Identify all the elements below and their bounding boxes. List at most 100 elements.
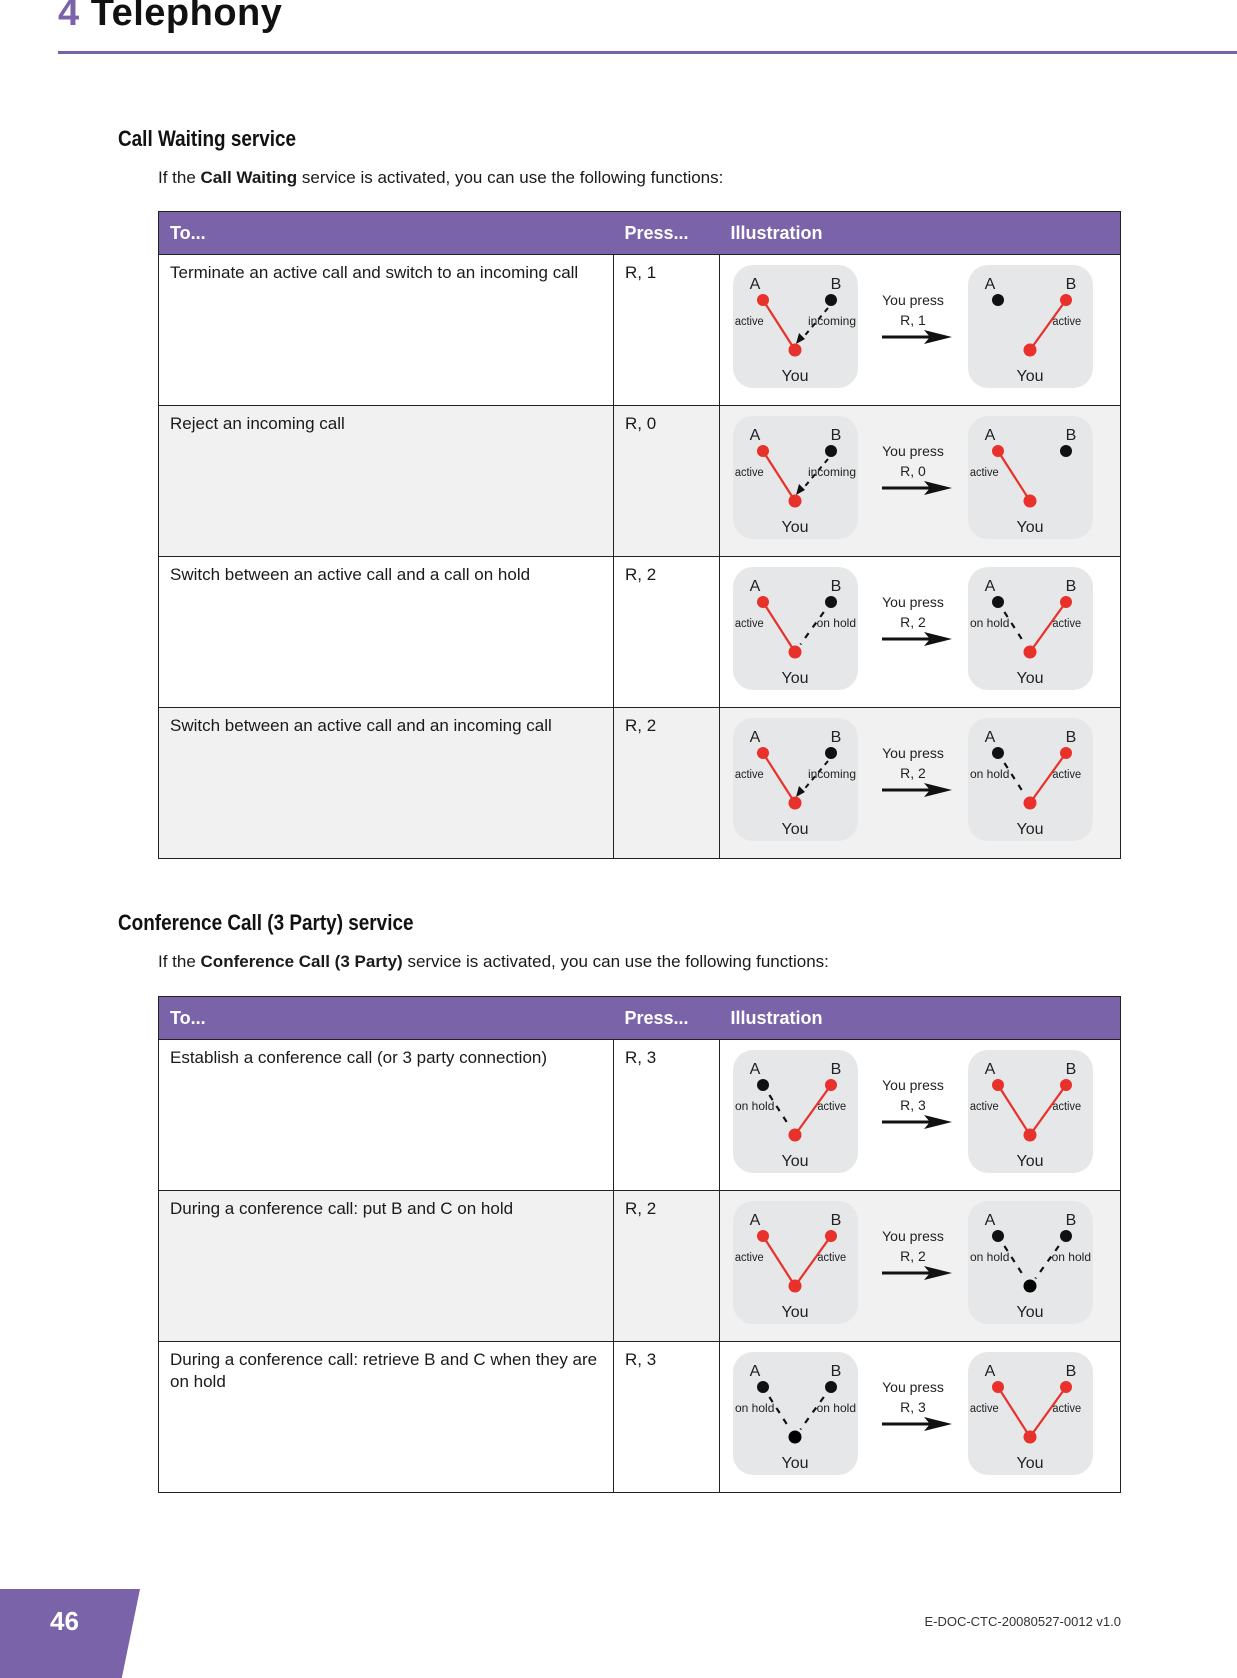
party-b-status-label: on hold xyxy=(817,616,856,630)
party-a-status-label: active xyxy=(735,618,764,630)
caption-key-sequence: R, 2 xyxy=(900,614,926,630)
cell-key-sequence: R, 3 xyxy=(613,1039,720,1191)
column-header-press: Press... xyxy=(613,996,720,1040)
table-row: Switch between an active call and a call… xyxy=(158,556,1121,708)
page-number: 46 xyxy=(50,1606,79,1636)
party-a-dot-on-hold xyxy=(992,747,1004,759)
column-header-press: Press... xyxy=(613,211,720,255)
party-a-label: A xyxy=(750,578,761,595)
you-dot xyxy=(1023,796,1037,810)
you-label: You xyxy=(782,821,809,838)
table-header-row: To... Press... Illustration xyxy=(158,211,1121,255)
you-dot xyxy=(1023,494,1037,508)
conference-intro: If the Conference Call (3 Party) service… xyxy=(158,952,829,971)
you-label: You xyxy=(1017,368,1044,385)
you-dot xyxy=(788,1279,802,1293)
party-b-label: B xyxy=(831,1061,842,1078)
party-a-label: A xyxy=(750,1061,761,1078)
party-b-label: B xyxy=(1066,427,1077,444)
caption-key-sequence: R, 3 xyxy=(900,1399,926,1415)
party-b-label: B xyxy=(1066,276,1077,293)
party-a-label: A xyxy=(985,1212,996,1229)
call-waiting-table: To... Press... Illustration Terminate an… xyxy=(158,211,1121,859)
party-a-dot-on-hold xyxy=(992,1230,1004,1242)
call-waiting-service-name: Call Waiting xyxy=(200,168,298,187)
party-a-dot-active xyxy=(757,294,769,306)
party-a-label: A xyxy=(985,427,996,444)
party-a-label: A xyxy=(985,276,996,293)
party-a-status-label: active xyxy=(735,1252,764,1264)
party-b-status-label: incoming xyxy=(808,465,856,479)
party-b-label: B xyxy=(1066,1363,1077,1380)
conference-service-name: Conference Call (3 Party) xyxy=(200,952,403,971)
table-row: Reject an incoming call R, 0 A B You active in… xyxy=(158,405,1121,557)
party-b-status-label: active xyxy=(1052,1101,1081,1113)
chapter-title-text: Telephony xyxy=(90,0,283,34)
party-a-status-label: active xyxy=(735,769,764,781)
cell-action: Terminate an active call and switch to a… xyxy=(158,254,614,406)
column-header-to: To... xyxy=(158,996,614,1040)
party-b-status-label: active xyxy=(817,1101,846,1113)
cell-action: During a conference call: put B and C on… xyxy=(158,1190,614,1342)
party-a-label: A xyxy=(750,427,761,444)
call-state-illustration: A B You on hold on hold A B You active active You … xyxy=(733,1352,1093,1475)
you-label: You xyxy=(782,670,809,687)
party-a-dot-active xyxy=(757,1230,769,1242)
before-state-panel: A B You active incoming xyxy=(733,265,858,388)
caption-you-press: You press xyxy=(882,1228,944,1244)
cell-action: Switch between an active call and a call… xyxy=(158,556,614,708)
column-header-illustration: Illustration xyxy=(719,996,1121,1040)
party-b-label: B xyxy=(831,578,842,595)
column-header-to: To... xyxy=(158,211,614,255)
after-state-panel: A B You active xyxy=(968,265,1093,388)
after-state-panel: A B You on hold on hold xyxy=(968,1201,1093,1324)
party-a-dot-active xyxy=(757,445,769,457)
party-a-label: A xyxy=(985,578,996,595)
you-dot xyxy=(788,343,802,357)
cell-key-sequence: R, 2 xyxy=(613,556,720,708)
party-a-label: A xyxy=(750,1363,761,1380)
after-state-panel: A B You active active xyxy=(968,1050,1093,1173)
cell-action: Switch between an active call and an inc… xyxy=(158,707,614,859)
caption-key-sequence: R, 2 xyxy=(900,1248,926,1264)
call-state-illustration: A B You on hold active A B You active active You p… xyxy=(733,1050,1093,1173)
party-a-label: A xyxy=(985,729,996,746)
party-a-dot-on-hold xyxy=(757,1381,769,1393)
you-label: You xyxy=(782,368,809,385)
you-label: You xyxy=(782,1153,809,1170)
party-b-status-label: incoming xyxy=(808,314,856,328)
party-a-dot-active xyxy=(992,1079,1004,1091)
party-b-status-label: active xyxy=(817,1252,846,1264)
cell-key-sequence: R, 3 xyxy=(613,1341,720,1493)
table-row: Switch between an active call and an inc… xyxy=(158,707,1121,859)
party-b-status-label: active xyxy=(1052,618,1081,630)
party-b-dot-active xyxy=(1060,1079,1072,1091)
party-a-status-label: active xyxy=(970,1101,999,1113)
before-state-panel: A B You active incoming xyxy=(733,416,858,539)
party-a-label: A xyxy=(750,729,761,746)
party-a-dot-on-hold xyxy=(757,1079,769,1091)
cell-illustration: A B You on hold active A B You active active You p… xyxy=(719,1039,1121,1191)
caption-key-sequence: R, 0 xyxy=(900,463,926,479)
party-a-status-label: active xyxy=(970,467,999,479)
party-b-status-label: active xyxy=(1052,1403,1081,1415)
party-b-status-label: active xyxy=(1052,769,1081,781)
you-dot xyxy=(788,1128,802,1142)
table-row: Establish a conference call (or 3 party … xyxy=(158,1039,1121,1191)
party-b-dot xyxy=(825,445,837,457)
call-state-illustration: A B You active incoming A B You active You press R… xyxy=(733,265,1093,388)
cell-action: Reject an incoming call xyxy=(158,405,614,557)
call-state-illustration: A B You active incoming A B You on hold active You… xyxy=(733,718,1093,841)
cell-action: Establish a conference call (or 3 party … xyxy=(158,1039,614,1191)
party-b-dot-active xyxy=(1060,294,1072,306)
party-b-label: B xyxy=(831,1212,842,1229)
cell-key-sequence: R, 2 xyxy=(613,707,720,859)
party-b-label: B xyxy=(1066,1061,1077,1078)
conference-table: To... Press... Illustration Establish a … xyxy=(158,996,1121,1493)
call-state-illustration: A B You active on hold A B You on hold active You … xyxy=(733,567,1093,690)
you-dot xyxy=(1023,1128,1037,1142)
call-state-illustration: A B You active incoming A B You active You press R… xyxy=(733,416,1093,539)
cell-key-sequence: R, 1 xyxy=(613,254,720,406)
caption-you-press: You press xyxy=(882,443,944,459)
party-b-label: B xyxy=(1066,578,1077,595)
